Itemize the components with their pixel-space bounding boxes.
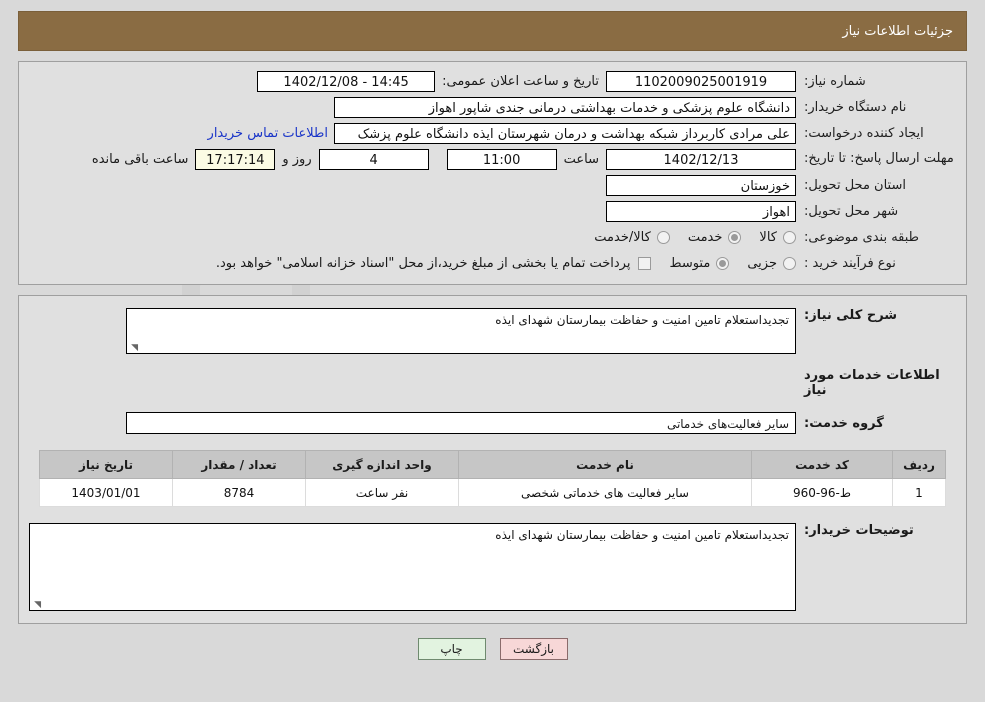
announce-value: 1402/12/08 - 14:45 bbox=[257, 70, 436, 92]
buyer-notes-textarea[interactable]: تجدیداستعلام تامین امنیت و حفاظت بیمارست… bbox=[29, 523, 796, 611]
col-service-code: کد خدمت bbox=[751, 450, 893, 479]
radio-icon-selected[interactable] bbox=[728, 230, 742, 244]
service-group-label: گروه خدمت: bbox=[804, 415, 884, 431]
page-title: جزئیات اطلاعات نیاز bbox=[842, 23, 953, 39]
deadline-date-value: 1402/12/13 bbox=[606, 148, 796, 170]
back-button[interactable]: بازگشت bbox=[499, 638, 568, 660]
resize-grip-icon[interactable]: ◥ bbox=[130, 344, 138, 353]
action-buttons-bar: بازگشت چاپ bbox=[0, 638, 985, 660]
deadline-label: مهلت ارسال پاسخ: تا تاریخ: bbox=[804, 150, 954, 166]
summary-textarea[interactable]: تجدیداستعلام تامین امنیت و حفاظت بیمارست… bbox=[126, 308, 796, 354]
row-request-creator: ایجاد کننده درخواست: علی مرادی کاربرداز … bbox=[29, 122, 956, 144]
row-need-summary: شرح کلی نیاز: تجدیداستعلام تامین امنیت و… bbox=[29, 308, 956, 354]
creator-label: ایجاد کننده درخواست: bbox=[804, 125, 924, 141]
radio-icon[interactable] bbox=[656, 230, 670, 244]
row-services-heading: اطلاعات خدمات مورد نیاز bbox=[29, 354, 956, 410]
cell-unit: نفر ساعت bbox=[305, 478, 459, 507]
row-need-number: شماره نیاز: 1102009025001919 تاریخ و ساع… bbox=[29, 70, 956, 92]
buyer-org-label: نام دستگاه خریدار: bbox=[804, 99, 907, 115]
resize-grip-icon[interactable]: ◥ bbox=[33, 601, 41, 610]
deadline-time-value: 11:00 bbox=[446, 148, 557, 170]
category-option-label: کالا/خدمت bbox=[594, 229, 651, 245]
table-row: 1 ط-96-960 سایر فعالیت های خدماتی شخصی ن… bbox=[39, 478, 946, 507]
treasury-bond-checkbox[interactable] bbox=[638, 256, 652, 270]
province-value: خوزستان bbox=[606, 174, 796, 196]
service-group-value: سایر فعالیت‌های خدماتی bbox=[126, 412, 796, 434]
category-option-label: کالا bbox=[759, 229, 777, 245]
print-button[interactable]: چاپ bbox=[417, 638, 486, 660]
need-details-panel: شرح کلی نیاز: تجدیداستعلام تامین امنیت و… bbox=[18, 295, 967, 624]
buyer-notes-label: توضیحات خریدار: bbox=[804, 523, 914, 538]
remaining-days-value: 4 bbox=[318, 148, 429, 170]
treasury-bond-note: پرداخت تمام یا بخشی از مبلغ خرید،از محل … bbox=[215, 255, 631, 271]
deadline-time-label: ساعت bbox=[563, 151, 599, 167]
cell-need-date: 1403/01/01 bbox=[39, 478, 173, 507]
category-option-kala-khedmat[interactable]: کالا/خدمت bbox=[594, 230, 670, 245]
buyer-contact-link[interactable]: اطلاعات تماس خریدار bbox=[202, 126, 334, 141]
category-option-label: خدمت bbox=[687, 229, 723, 245]
col-service-name: نام خدمت bbox=[458, 450, 752, 479]
cell-index: 1 bbox=[892, 478, 946, 507]
page-header: جزئیات اطلاعات نیاز bbox=[18, 11, 967, 51]
category-option-kala[interactable]: کالا bbox=[759, 230, 796, 245]
process-option-jozii[interactable]: جزیی bbox=[747, 256, 796, 271]
category-option-khedmat[interactable]: خدمت bbox=[688, 230, 742, 245]
cell-service-name: سایر فعالیت های خدماتی شخصی bbox=[458, 478, 752, 507]
process-option-label: جزیی bbox=[747, 255, 777, 271]
radio-icon[interactable] bbox=[783, 230, 796, 244]
col-unit: واحد اندازه گیری bbox=[305, 450, 459, 479]
process-option-label: متوسط bbox=[669, 255, 711, 271]
row-delivery-city: شهر محل تحویل: اهواز bbox=[29, 200, 956, 222]
col-quantity: تعداد / مقدار bbox=[172, 450, 306, 479]
row-delivery-province: استان محل تحویل: خوزستان bbox=[29, 174, 956, 196]
remaining-clock-label: ساعت باقی مانده bbox=[91, 151, 189, 167]
city-label: شهر محل تحویل: bbox=[804, 203, 899, 219]
province-label: استان محل تحویل: bbox=[804, 177, 906, 193]
buyer-notes-value: تجدیداستعلام تامین امنیت و حفاظت بیمارست… bbox=[495, 528, 789, 542]
cell-service-code: ط-96-960 bbox=[751, 478, 893, 507]
page-root: جزئیات اطلاعات نیاز شماره نیاز: 11020090… bbox=[0, 11, 985, 660]
row-response-deadline: مهلت ارسال پاسخ: تا تاریخ: 1402/12/13 سا… bbox=[29, 148, 956, 170]
category-label: طبقه بندی موضوعی: bbox=[804, 229, 920, 245]
radio-icon-selected[interactable] bbox=[716, 256, 730, 270]
summary-label: شرح کلی نیاز: bbox=[804, 308, 898, 323]
row-subject-category: طبقه بندی موضوعی: کالا خدمت کالا/خدمت bbox=[29, 226, 956, 248]
row-buyer-notes: توضیحات خریدار: تجدیداستعلام تامین امنیت… bbox=[29, 523, 956, 611]
buyer-org-value: دانشگاه علوم پزشکی و خدمات بهداشتی درمان… bbox=[334, 96, 796, 118]
services-section-title: اطلاعات خدمات مورد نیاز bbox=[804, 368, 940, 398]
process-option-motavasset[interactable]: متوسط bbox=[669, 255, 730, 271]
row-service-group: گروه خدمت: سایر فعالیت‌های خدماتی bbox=[29, 412, 956, 434]
cell-quantity: 8784 bbox=[172, 478, 306, 507]
announce-label: تاریخ و ساعت اعلان عمومی: bbox=[442, 73, 599, 89]
service-items-table: ردیف کد خدمت نام خدمت واحد اندازه گیری ت… bbox=[39, 450, 946, 507]
row-buyer-org: نام دستگاه خریدار: دانشگاه علوم پزشکی و … bbox=[29, 96, 956, 118]
row-purchase-process: نوع فرآیند خرید : جزیی متوسط پرداخت تمام… bbox=[29, 252, 956, 274]
need-number-label: شماره نیاز: bbox=[804, 73, 866, 89]
col-index: ردیف bbox=[892, 450, 946, 479]
col-need-date: تاریخ نیاز bbox=[39, 450, 173, 479]
process-label: نوع فرآیند خرید : bbox=[804, 255, 896, 271]
city-value: اهواز bbox=[606, 200, 796, 222]
service-items-table-wrap: ردیف کد خدمت نام خدمت واحد اندازه گیری ت… bbox=[39, 450, 946, 507]
remaining-days-label: روز و bbox=[282, 151, 312, 167]
creator-value: علی مرادی کاربرداز شبکه بهداشت و درمان ش… bbox=[334, 122, 796, 144]
process-radio-group: جزیی متوسط bbox=[651, 256, 796, 271]
general-info-panel: شماره نیاز: 1102009025001919 تاریخ و ساع… bbox=[18, 61, 967, 285]
category-radio-group: کالا خدمت کالا/خدمت bbox=[576, 230, 796, 245]
summary-value: تجدیداستعلام تامین امنیت و حفاظت بیمارست… bbox=[495, 313, 789, 327]
table-header-row: ردیف کد خدمت نام خدمت واحد اندازه گیری ت… bbox=[39, 450, 946, 479]
remaining-clock-value: 17:17:14 bbox=[195, 148, 276, 170]
radio-icon[interactable] bbox=[783, 256, 796, 270]
need-number-value: 1102009025001919 bbox=[606, 70, 796, 92]
